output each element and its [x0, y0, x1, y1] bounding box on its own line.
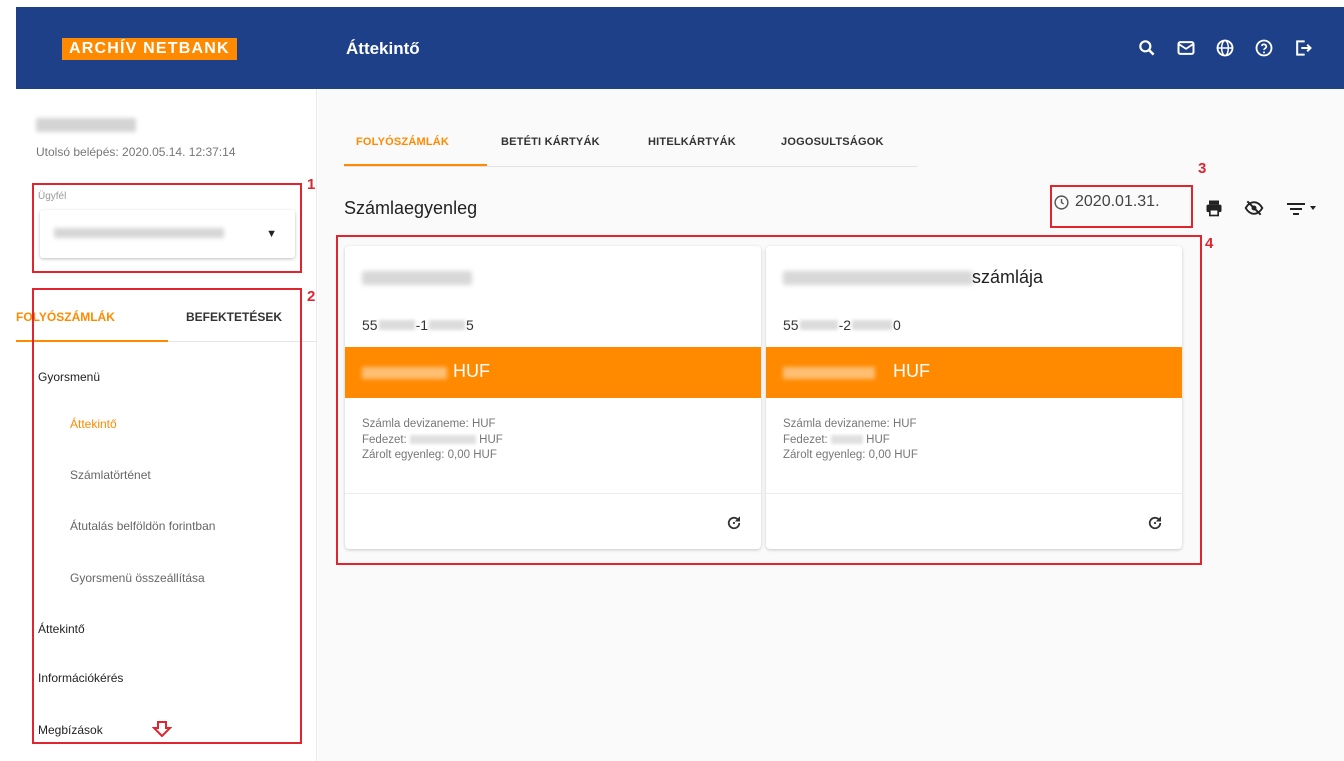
acct-redacted	[378, 320, 415, 330]
search-icon[interactable]	[1136, 37, 1158, 59]
annotation-label-3: 3	[1198, 160, 1207, 177]
clock-icon	[1054, 194, 1069, 210]
sidebar: Utolsó belépés: 2020.05.14. 12:37:14 Ügy…	[16, 89, 317, 761]
account-details: Számla devizaneme: HUF Fedezet: HUF Záro…	[362, 417, 503, 464]
sidebar-tabs: FOLYÓSZÁMLÁK BEFEKTETÉSEK	[16, 294, 317, 342]
filter-icon[interactable]	[1281, 197, 1323, 219]
client-value-redacted	[54, 228, 224, 238]
fedezet-redacted	[830, 434, 863, 444]
acct-number-end: 0	[893, 317, 901, 333]
sidebar-tab-befektetesek[interactable]: BEFEKTETÉSEK	[186, 310, 282, 324]
mail-icon[interactable]	[1175, 37, 1197, 59]
account-details: Számla devizaneme: HUF Fedezet: HUF Záro…	[783, 417, 918, 464]
account-tabs: FOLYÓSZÁMLÁK BETÉTI KÁRTYÁK HITELKÁRTYÁK…	[344, 126, 917, 167]
main-content: FOLYÓSZÁMLÁK BETÉTI KÁRTYÁK HITELKÁRTYÁK…	[318, 89, 1344, 761]
print-icon[interactable]	[1203, 197, 1225, 219]
sidebar-tab-folyoszamlak[interactable]: FOLYÓSZÁMLÁK	[16, 310, 115, 324]
account-name-suffix: számlája	[972, 267, 1044, 287]
detail-fedezet: Fedezet: HUF	[362, 433, 503, 449]
nav-gyorsmenu-osszeallitasa[interactable]: Gyorsmenü összeállítása	[70, 571, 205, 585]
client-label: Ügyfél	[38, 191, 67, 202]
nav-informaciokeres[interactable]: Információkérés	[38, 671, 123, 685]
account-card[interactable]: 55 -1 5 HUF Számla devizaneme: HUF Fedez…	[345, 246, 761, 549]
annotation-label-4: 4	[1205, 235, 1214, 252]
last-login: Utolsó belépés: 2020.05.14. 12:37:14	[36, 145, 236, 159]
acct-redacted	[429, 320, 466, 330]
nav-attekinto-sub[interactable]: Áttekintő	[70, 417, 117, 431]
tab-folyoszamlak[interactable]: FOLYÓSZÁMLÁK	[356, 136, 449, 148]
tab-hitelkartyak[interactable]: HITELKÁRTYÁK	[648, 136, 736, 148]
acct-number-mid: -1	[415, 317, 429, 333]
dropdown-caret-icon: ▼	[266, 228, 277, 240]
card-footer	[766, 493, 1182, 549]
section-title: Számlaegyenleg	[344, 198, 478, 218]
nav-attekinto[interactable]: Áttekintő	[38, 622, 85, 636]
detail-zarolt: Zárolt egyenleg: 0,00 HUF	[362, 449, 497, 461]
nav-atutalas[interactable]: Átutalás belföldön forintban	[70, 519, 215, 533]
active-tab-indicator	[344, 164, 487, 166]
annotation-label-1: 1	[307, 176, 316, 193]
balance-currency: HUF	[453, 361, 490, 381]
top-bar: ARCHÍV NETBANK Áttekintő	[16, 7, 1344, 89]
fedezet-label: Fedezet:	[783, 433, 828, 446]
active-tab-indicator	[16, 340, 168, 342]
account-number: 55 -1 5	[362, 317, 474, 333]
detail-fedezet: Fedezet: HUF	[783, 433, 918, 449]
fedezet-currency: HUF	[866, 433, 890, 446]
fedezet-currency: HUF	[479, 433, 503, 446]
account-card[interactable]: számlája 55 -2 0 HUF Számla devizaneme: …	[766, 246, 1182, 549]
logo[interactable]: ARCHÍV NETBANK	[62, 38, 237, 60]
refresh-icon[interactable]	[725, 514, 743, 532]
fedezet-redacted	[409, 434, 476, 444]
detail-devizanem: Számla devizaneme: HUF	[362, 418, 496, 430]
globe-icon[interactable]	[1214, 37, 1236, 59]
page-title: Áttekintő	[346, 39, 420, 58]
logout-icon[interactable]	[1292, 37, 1314, 59]
annotation-label-2: 2	[307, 288, 316, 305]
user-name-redacted	[36, 118, 136, 132]
acct-number-mid: -2	[838, 317, 852, 333]
tab-jogosultsagok[interactable]: JOGOSULTSÁGOK	[781, 136, 884, 148]
acct-number-prefix: 55	[783, 317, 799, 333]
acct-number-prefix: 55	[362, 317, 378, 333]
down-arrow-icon	[152, 721, 172, 737]
detail-zarolt: Zárolt egyenleg: 0,00 HUF	[783, 449, 918, 461]
acct-number-end: 5	[466, 317, 474, 333]
fedezet-label: Fedezet:	[362, 433, 407, 446]
account-name-redacted	[783, 271, 973, 285]
balance-bar: HUF	[345, 347, 761, 398]
account-number: 55 -2 0	[783, 317, 901, 333]
detail-devizanem: Számla devizaneme: HUF	[783, 418, 917, 430]
balance-redacted	[362, 367, 447, 379]
refresh-icon[interactable]	[1146, 514, 1164, 532]
nav-megbizasok[interactable]: Megbízások	[38, 723, 103, 737]
top-icon-group	[1136, 37, 1314, 59]
client-select[interactable]: ▼	[40, 210, 295, 258]
card-footer	[345, 493, 761, 549]
visibility-off-icon[interactable]	[1243, 197, 1265, 219]
balance-redacted	[783, 367, 875, 379]
balance-date-value: 2020.01.31.	[1075, 193, 1160, 210]
acct-redacted	[852, 320, 893, 330]
balance-currency: HUF	[893, 361, 930, 381]
acct-redacted	[799, 320, 838, 330]
balance-bar: HUF	[766, 347, 1182, 398]
nav-gyorsmenu[interactable]: Gyorsmenü	[38, 370, 100, 384]
help-icon[interactable]	[1253, 37, 1275, 59]
account-name-redacted	[362, 271, 472, 285]
balance-date[interactable]: 2020.01.31.	[1053, 187, 1160, 217]
tab-beteti-kartyak[interactable]: BETÉTI KÁRTYÁK	[501, 136, 600, 148]
nav-szamlatortenet[interactable]: Számlatörténet	[70, 468, 151, 482]
